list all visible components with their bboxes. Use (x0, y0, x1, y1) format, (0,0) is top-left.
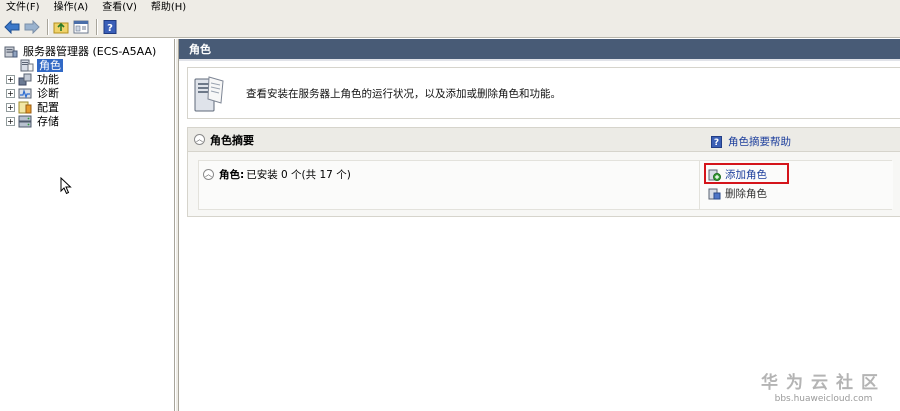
roles-summary-title: 角色摘要 (210, 133, 254, 147)
menu-view[interactable]: 查看(V) (102, 1, 137, 15)
tree-item-roles-label: 角色 (37, 58, 63, 72)
roles-label: 角色: (219, 169, 245, 181)
back-button[interactable] (3, 18, 21, 36)
toolbar-separator (47, 18, 48, 35)
up-level-button[interactable] (52, 18, 70, 36)
menu-bar: 文件(F) 操作(A) 查看(V) 帮助(H) (0, 0, 900, 16)
intro-text: 查看安装在服务器上角色的运行状况，以及添加或删除角色和功能。 (246, 87, 561, 100)
tree-root-label: 服务器管理器 (ECS-A5AA) (23, 44, 157, 58)
help-icon: ? (711, 135, 722, 148)
help-button[interactable]: ? (101, 18, 119, 36)
roles-icon (20, 59, 34, 71)
svg-text:?: ? (107, 23, 113, 34)
expand-icon[interactable]: + (6, 74, 15, 84)
roles-subsection: ︿ 角色: 已安装 0 个(共 17 个) 添加角色 删除角色 (198, 160, 893, 210)
remove-roles-icon (708, 188, 721, 200)
watermark: 华为云社区 bbs.huaweicloud.com (761, 368, 886, 404)
tree-item-features[interactable]: + 功能 (6, 72, 61, 86)
expand-icon[interactable]: + (6, 102, 15, 112)
configuration-icon (18, 101, 32, 113)
tree-root-server-manager[interactable]: 服务器管理器 (ECS-A5AA) (4, 44, 158, 58)
pane-title: 角色 (179, 39, 900, 61)
tree-item-roles[interactable]: 角色 (20, 58, 63, 72)
toolbar-separator (96, 18, 97, 35)
add-roles-link[interactable]: 添加角色 (708, 167, 767, 182)
tree-item-diagnostics-label: 诊断 (37, 86, 59, 100)
console-tree-icon (73, 20, 89, 33)
add-roles-label: 添加角色 (725, 169, 767, 181)
expand-icon[interactable]: + (6, 116, 15, 126)
roles-summary-help-link[interactable]: ? 角色摘要帮助 (711, 134, 791, 149)
tree-item-features-label: 功能 (37, 72, 59, 86)
console-tree: 服务器管理器 (ECS-A5AA) 角色 + 功能 + 诊断 + 配置 + 存储 (0, 39, 175, 411)
roles-summary-section: ︿ 角色摘要 ? 角色摘要帮助 ︿ 角色: 已安装 0 个(共 17 个) 添加… (187, 127, 900, 217)
watermark-title: 华为云社区 (761, 373, 886, 393)
menu-action[interactable]: 操作(A) (54, 1, 89, 15)
menu-file[interactable]: 文件(F) (6, 1, 40, 15)
diagnostics-icon (18, 88, 32, 99)
roles-status-line: ︿ 角色: 已安装 0 个(共 17 个) (203, 167, 351, 182)
collapse-chevron-icon[interactable]: ︿ (194, 134, 205, 145)
roles-installed-count: 已安装 0 个(共 17 个) (246, 169, 351, 181)
tree-item-configuration[interactable]: + 配置 (6, 100, 61, 114)
help-icon: ? (103, 19, 117, 34)
expand-icon[interactable]: + (6, 88, 15, 98)
menu-help[interactable]: 帮助(H) (151, 1, 186, 15)
roles-summary-help-label: 角色摘要帮助 (728, 136, 791, 148)
mouse-pointer-icon (60, 177, 72, 195)
tree-item-configuration-label: 配置 (37, 100, 59, 114)
show-hide-tree-button[interactable] (72, 18, 90, 36)
tree-item-diagnostics[interactable]: + 诊断 (6, 86, 61, 100)
back-arrow-icon (4, 19, 20, 34)
server-roles-icon (194, 76, 224, 112)
remove-roles-label: 删除角色 (725, 188, 767, 200)
features-icon (18, 73, 32, 85)
toolbar: ? (0, 16, 900, 38)
forward-button[interactable] (23, 18, 41, 36)
storage-icon (18, 115, 32, 127)
tree-item-storage-label: 存储 (37, 114, 59, 128)
watermark-url: bbs.huaweicloud.com (774, 394, 873, 404)
server-manager-icon (4, 46, 18, 57)
intro-banner: 查看安装在服务器上角色的运行状况，以及添加或删除角色和功能。 (187, 67, 900, 119)
roles-summary-header[interactable]: ︿ 角色摘要 ? 角色摘要帮助 (188, 128, 900, 152)
forward-arrow-icon (24, 19, 40, 34)
remove-roles-link[interactable]: 删除角色 (708, 186, 767, 201)
tree-item-storage[interactable]: + 存储 (6, 114, 61, 128)
folder-up-icon (53, 22, 69, 33)
collapse-chevron-icon[interactable]: ︿ (203, 169, 214, 180)
add-roles-icon (708, 169, 721, 181)
roles-details-pane: 角色 查看安装在服务器上角色的运行状况，以及添加或删除角色和功能。 ︿ 角色摘要… (179, 39, 900, 411)
roles-actions-panel: 添加角色 删除角色 (699, 161, 893, 209)
